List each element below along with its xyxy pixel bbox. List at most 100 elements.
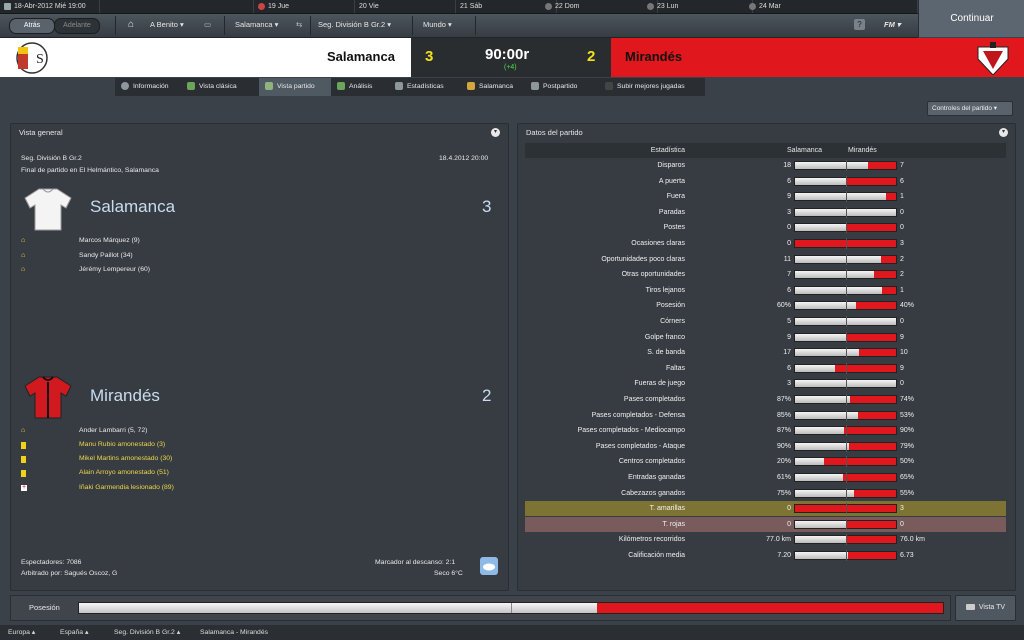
tab-team[interactable]: Salamanca xyxy=(461,78,525,96)
stat-midline xyxy=(845,456,847,468)
stats-row: T. rojas 0 0 xyxy=(525,516,1006,532)
panel-title: Datos del partido xyxy=(526,128,583,137)
goal-icon: ⌂ xyxy=(21,252,26,259)
stat-away-value: 6.73 xyxy=(900,552,914,559)
tab-bar: Información Vista clásica Vista partido … xyxy=(115,78,705,96)
stat-home-value: 90% xyxy=(776,442,791,450)
stat-away-value: 1 xyxy=(900,286,904,294)
tab-match-view[interactable]: Vista partido xyxy=(259,78,331,96)
column-header-away: Mirandés xyxy=(848,147,877,154)
tab-analysis[interactable]: Análisis xyxy=(331,78,389,96)
back-button[interactable]: Atrás xyxy=(9,18,55,34)
stat-midline xyxy=(845,160,847,171)
tab-info[interactable]: Información xyxy=(115,78,181,96)
swap-icon[interactable]: ⇆ xyxy=(296,18,302,32)
stat-label: Pases completados - Defensa xyxy=(591,411,685,419)
stat-comparison-bar xyxy=(794,331,897,343)
away-kit-icon xyxy=(23,374,73,420)
goal-icon: ⌂ xyxy=(21,237,26,244)
club-badge-icon xyxy=(749,2,756,10)
calendar-day[interactable]: 19 Jue xyxy=(254,0,355,13)
calendar-day[interactable]: 22 Dom xyxy=(541,0,658,13)
stat-home-value: 6 xyxy=(787,364,791,372)
stat-home-value: 60% xyxy=(776,302,791,310)
stat-away-value: 3 xyxy=(900,505,904,513)
away-band: Mirandés xyxy=(611,38,1024,77)
divider xyxy=(115,16,116,35)
tab-upload-highlights[interactable]: Subir mejores jugadas xyxy=(599,78,705,96)
home-icon[interactable]: ⌂ xyxy=(125,18,137,32)
home-score: 3 xyxy=(425,48,434,65)
stats-row: Fueras de juego 3 0 xyxy=(525,376,1006,391)
breadcrumb-item[interactable]: Seg. División B Gr.2 ▴ xyxy=(114,625,180,640)
calendar-icon xyxy=(4,2,11,10)
stat-home-fill xyxy=(795,520,846,528)
away-team-name: Mirandés xyxy=(625,49,683,64)
continue-button[interactable]: Continuar xyxy=(918,0,1024,37)
calendar-day[interactable]: 20 Vie xyxy=(355,0,456,13)
stat-midline xyxy=(845,487,847,499)
club-badge-icon xyxy=(647,2,654,10)
stat-comparison-bar xyxy=(794,191,897,203)
inbox-icon[interactable]: ▭ xyxy=(204,18,211,32)
event-text: Manu Rubio amonestado (3) xyxy=(79,441,166,448)
calendar-day[interactable]: 24 Mar xyxy=(745,0,918,13)
stats-row: Pases completados - Defensa 85% 53% xyxy=(525,408,1006,423)
breadcrumb-item[interactable]: España ▴ xyxy=(60,625,88,640)
panel-options-icon[interactable]: ▾ xyxy=(491,128,500,137)
stat-home-fill xyxy=(795,427,845,435)
stat-comparison-bar xyxy=(794,425,897,437)
stats-row: Pases completados - Mediocampo 87% 90% xyxy=(525,423,1006,438)
tv-view-button[interactable]: Vista TV xyxy=(955,595,1016,621)
stat-away-value: 0 xyxy=(900,380,904,388)
stat-label: Córners xyxy=(660,318,685,325)
stat-midline xyxy=(845,269,847,281)
panel-options-icon[interactable]: ▾ xyxy=(999,128,1008,137)
home-user-menu[interactable]: A Benito ▾ xyxy=(150,18,184,32)
stat-away-value: 90% xyxy=(900,427,915,435)
breadcrumb-item[interactable]: Salamanca - Mirandés xyxy=(200,625,268,640)
stat-label: T. amarillas xyxy=(649,505,685,513)
stat-home-fill xyxy=(795,302,856,310)
tab-statistics[interactable]: Estadísticas xyxy=(389,78,461,96)
stat-home-value: 18 xyxy=(783,162,791,169)
calendar-day[interactable] xyxy=(100,0,254,13)
stats-row: A puerta 6 6 xyxy=(525,174,1006,189)
stat-away-value: 0 xyxy=(900,318,904,325)
stat-home-value: 0 xyxy=(787,224,791,232)
stat-comparison-bar xyxy=(794,409,897,421)
stat-comparison-bar xyxy=(794,456,897,468)
breadcrumb-item[interactable]: Europa ▴ xyxy=(8,625,35,640)
team-menu[interactable]: Salamanca ▾ xyxy=(235,18,278,32)
match-datetime: 18.4.2012 20:00 xyxy=(439,155,489,162)
calendar-day[interactable]: 23 Lun xyxy=(643,0,753,13)
breadcrumb: Europa ▴ España ▴ Seg. División B Gr.2 ▴… xyxy=(0,625,1024,640)
help-button[interactable]: ? xyxy=(854,19,865,30)
competition-menu[interactable]: Seg. División B Gr.2 ▾ xyxy=(318,18,391,32)
weather-icon xyxy=(480,557,498,575)
stat-midline xyxy=(845,362,847,374)
tab-postmatch[interactable]: Postpartido xyxy=(525,78,599,96)
fm-menu[interactable]: FM ▾ xyxy=(884,18,901,32)
tab-classic-view[interactable]: Vista clásica xyxy=(181,78,259,96)
stat-label: S. de banda xyxy=(647,349,685,357)
home-team-score: 3 xyxy=(482,197,492,216)
stat-home-value: 85% xyxy=(776,411,791,419)
world-menu[interactable]: Mundo ▾ xyxy=(423,18,452,32)
stat-home-value: 7.20 xyxy=(777,552,791,559)
forward-button[interactable]: Adelante xyxy=(54,18,100,34)
stat-midline xyxy=(845,284,847,296)
match-controls-dropdown[interactable]: Controles del partido ▾ xyxy=(927,101,1013,116)
upload-icon xyxy=(605,82,613,91)
stat-midline xyxy=(845,550,847,561)
stats-row: S. de banda 17 10 xyxy=(525,345,1006,360)
stat-label: Ocasiones claras xyxy=(631,240,685,247)
home-band: Salamanca xyxy=(323,38,411,77)
stat-comparison-bar xyxy=(794,487,897,499)
stat-label: Kilómetros recorridos xyxy=(618,536,685,544)
added-time: (+4) xyxy=(504,64,517,71)
stat-midline xyxy=(845,394,847,405)
stat-label: T. rojas xyxy=(662,520,685,528)
yellow-card-icon xyxy=(21,456,26,463)
overview-panel: Vista general ▾ Seg. División B Gr.2 18.… xyxy=(10,123,509,591)
